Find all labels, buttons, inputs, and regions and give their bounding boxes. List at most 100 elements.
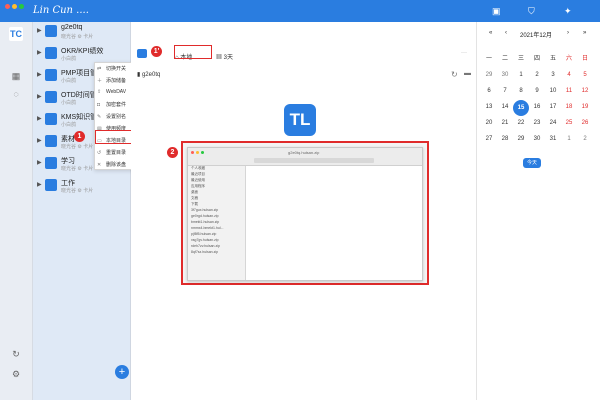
chevron-right-icon: ▶: [37, 50, 42, 56]
notebook-icon: [45, 135, 57, 147]
calendar-day[interactable]: 18: [561, 104, 577, 110]
weekday-label: 五: [549, 56, 556, 62]
calendar-day[interactable]: 6: [481, 88, 497, 94]
calendar-day[interactable]: 23: [529, 120, 545, 126]
menu-label: 删除该盘: [106, 162, 127, 168]
close-window-button[interactable]: [5, 4, 10, 9]
list-item[interactable]: ▶ g2e0tq 晓光谷 ⚙ 卡片: [37, 24, 131, 46]
list-item[interactable]: ▶ 工作 晓光谷 ⚙ 卡片: [37, 178, 131, 200]
minimize-window-button[interactable]: [12, 4, 17, 9]
calendar-day[interactable]: 30: [529, 136, 545, 142]
chevron-right-icon: ▶: [37, 94, 42, 100]
calendar-day[interactable]: 10: [545, 88, 561, 94]
notebook-sub: 晓光谷 ⚙ 卡片: [61, 34, 94, 40]
prev-month-button[interactable]: ‹: [505, 30, 507, 36]
notebook-sub: 晓光谷 ⚙ 卡片: [61, 144, 94, 150]
calendar-day[interactable]: 27: [481, 136, 497, 142]
more-icon[interactable]: ···: [461, 50, 467, 56]
chevron-right-icon: ▶: [37, 160, 42, 166]
calendar-day[interactable]: 29: [481, 72, 497, 78]
weekday-label: 六: [565, 56, 572, 62]
calendar-day[interactable]: 2: [529, 72, 545, 78]
add-notebook-button[interactable]: +: [115, 365, 129, 379]
calendar-day[interactable]: 26: [577, 120, 593, 126]
calendar-day[interactable]: 16: [529, 104, 545, 110]
calendar-day[interactable]: 31: [545, 136, 561, 142]
notebook-icon: [45, 25, 57, 37]
annotation-badge-1-prime: 1': [151, 46, 162, 57]
calendar-day[interactable]: 14: [497, 104, 513, 110]
min-dot: [196, 151, 199, 154]
calendar-day-today[interactable]: 15: [513, 100, 529, 116]
menu-label: WebDAV: [106, 89, 127, 95]
annotation-badge-1: 1: [74, 131, 85, 142]
today-button[interactable]: 今天: [523, 158, 541, 168]
close-dot: [191, 151, 194, 154]
folder-row[interactable]: ▮ g2e0tq: [137, 71, 160, 78]
zoom-window-button[interactable]: [19, 4, 24, 9]
calendar-panel: [476, 22, 600, 400]
next-year-button[interactable]: »: [583, 30, 586, 36]
tab-3day-label: 3天: [223, 55, 234, 61]
calendar-day[interactable]: 17: [545, 104, 561, 110]
calendar-day[interactable]: 1: [561, 136, 577, 142]
note-icon[interactable]: ▣: [492, 6, 501, 17]
prev-year-button[interactable]: «: [489, 30, 492, 36]
next-month-button[interactable]: ›: [567, 30, 569, 36]
notebook-icon: [45, 69, 57, 81]
calendar-day[interactable]: 7: [497, 88, 513, 94]
menu-label: 加密套件: [106, 102, 127, 108]
edit-icon: ✎: [97, 114, 102, 120]
calendar-day[interactable]: 1: [513, 72, 529, 78]
calendar-day[interactable]: 21: [497, 120, 513, 126]
add-icon: ＋: [97, 78, 103, 84]
calendar-day[interactable]: 28: [497, 136, 513, 142]
calendar-day[interactable]: 9: [529, 88, 545, 94]
refresh-icon[interactable]: ↻: [451, 70, 458, 79]
calendar-day[interactable]: 8: [513, 88, 529, 94]
chevron-right-icon: ▶: [37, 116, 42, 122]
calendar-day[interactable]: 11: [561, 88, 577, 94]
calendar-day[interactable]: 24: [545, 120, 561, 126]
local-tab-highlight: [174, 45, 212, 59]
folder-open-icon[interactable]: ▬: [464, 70, 471, 77]
shield-icon[interactable]: ⛉: [528, 6, 535, 17]
calendar-day[interactable]: 22: [513, 120, 529, 126]
weekday-label: 一: [485, 56, 492, 62]
calendar-day[interactable]: 30: [497, 72, 513, 78]
calendar-day[interactable]: 4: [561, 72, 577, 78]
lock-icon: ◘: [97, 102, 101, 108]
weekday-label: 二: [501, 56, 508, 62]
webdav-icon: ⇪: [97, 89, 102, 95]
weekday-label: 日: [581, 56, 588, 62]
folder-name: g2e0tq: [141, 72, 161, 78]
chevron-right-icon: ▶: [37, 72, 42, 78]
notebook-sub: 晓光谷 ⚙ 卡片: [61, 188, 94, 194]
notebook-icon: [45, 113, 57, 125]
pin-icon[interactable]: ✦: [564, 6, 572, 17]
settings-icon[interactable]: ⚙: [8, 366, 24, 382]
sync-icon[interactable]: ↻: [8, 346, 24, 362]
finder-title: g2e0tq.hulsan.zip: [288, 150, 320, 155]
calendar-day[interactable]: 20: [481, 120, 497, 126]
calendar-day[interactable]: 3: [545, 72, 561, 78]
notebook-icon: [45, 157, 57, 169]
calendar-day[interactable]: 2: [577, 136, 593, 142]
notebook-sub: 晓光谷 ⚙ 卡片: [61, 166, 94, 172]
notebook-sub: 小白鸽: [61, 56, 77, 62]
finder-toolbar-buttons: [254, 158, 374, 163]
trash-icon: ✕: [97, 162, 102, 168]
chat-icon[interactable]: ◌: [8, 86, 24, 102]
calendar-day[interactable]: 25: [561, 120, 577, 126]
calendar-day[interactable]: 29: [513, 136, 529, 142]
calendar-day[interactable]: 12: [577, 88, 593, 94]
weekday-label: 四: [533, 56, 540, 62]
chevron-right-icon: ▶: [37, 28, 42, 34]
chevron-right-icon: ▶: [37, 182, 42, 188]
notebook-icon: [45, 47, 57, 59]
calendar-icon[interactable]: ▦: [8, 68, 24, 84]
tab-3day[interactable]: ▦ 3天: [216, 52, 233, 61]
calendar-day[interactable]: 13: [481, 104, 497, 110]
calendar-day[interactable]: 19: [577, 104, 593, 110]
calendar-day[interactable]: 5: [577, 72, 593, 78]
